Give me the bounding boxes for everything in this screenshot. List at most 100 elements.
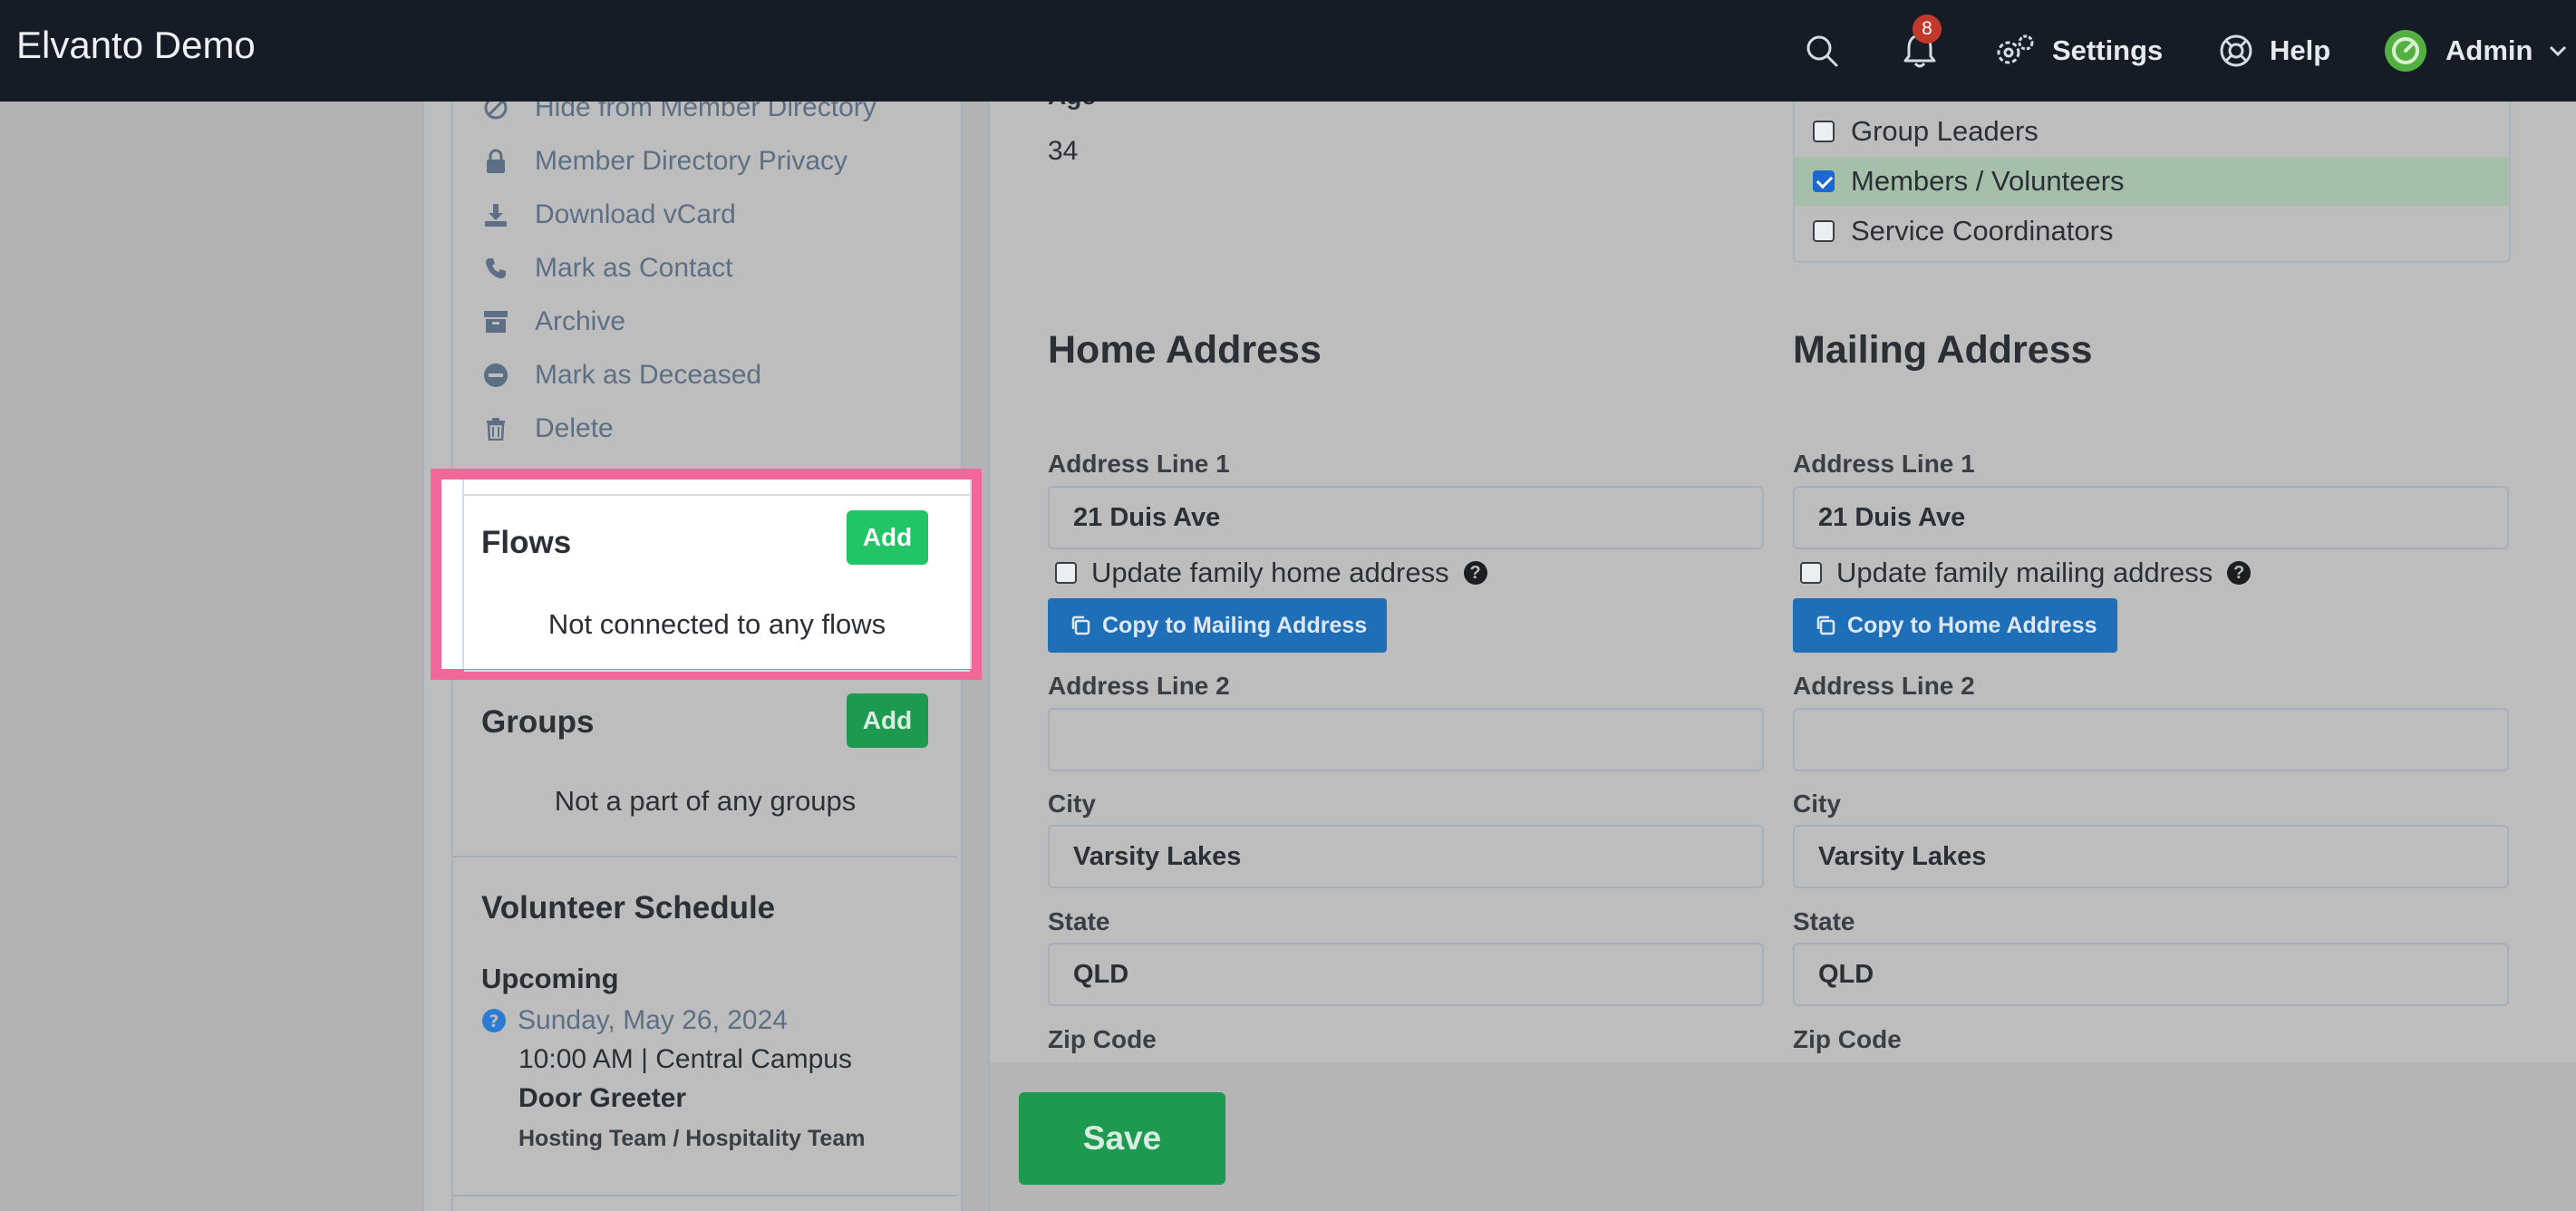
- avatar: [2384, 29, 2427, 73]
- action-label: Mark as Deceased: [535, 360, 762, 390]
- download-vcard-action[interactable]: Download vCard: [480, 192, 736, 237]
- home-zip-label: Zip Code: [1048, 1025, 1157, 1053]
- checkbox[interactable]: [1813, 121, 1835, 142]
- schedule-team: Hosting Team / Hospitality Team: [518, 1126, 866, 1151]
- mailing-address2-label: Address Line 2: [1793, 672, 1975, 700]
- checkbox[interactable]: [1813, 220, 1835, 242]
- chevron-down-icon: [2549, 44, 2567, 57]
- schedule-role: Door Greeter: [518, 1083, 687, 1113]
- help-label: Help: [2270, 34, 2331, 66]
- flows-title: Flows: [481, 525, 572, 560]
- mailing-state-label: State: [1793, 907, 1855, 935]
- access-permissions-list: Group Leaders Members / Volunteers Servi…: [1793, 102, 2511, 263]
- gears-icon: [1994, 33, 2036, 69]
- update-label: Update family home address: [1091, 557, 1449, 588]
- help-icon[interactable]: ?: [1463, 561, 1487, 585]
- home-address1-label: Address Line 1: [1048, 450, 1230, 478]
- add-group-button[interactable]: Add: [847, 693, 928, 748]
- download-icon: [480, 202, 511, 228]
- divider: [970, 480, 972, 669]
- archive-action[interactable]: Archive: [480, 299, 625, 344]
- mark-as-deceased-action[interactable]: Mark as Deceased: [480, 353, 761, 398]
- action-label: Delete: [535, 413, 614, 443]
- save-bar: [990, 1062, 2576, 1211]
- member-directory-privacy-action[interactable]: Member Directory Privacy: [480, 139, 847, 184]
- checkbox-checked[interactable]: [1813, 170, 1835, 192]
- divider: [464, 670, 970, 672]
- home-address-heading: Home Address: [1048, 328, 1322, 372]
- app-title[interactable]: Elvanto Demo: [16, 24, 256, 67]
- home-state-label: State: [1048, 907, 1110, 935]
- copy-to-home-address-button[interactable]: Copy to Home Address: [1793, 598, 2117, 653]
- mark-as-contact-action[interactable]: Mark as Contact: [480, 246, 732, 291]
- schedule-date-link[interactable]: ? Sunday, May 26, 2024: [481, 1005, 788, 1036]
- lifebuoy-icon: [2219, 34, 2253, 68]
- update-label: Update family mailing address: [1836, 557, 2213, 588]
- search-icon[interactable]: [1804, 0, 1840, 102]
- settings-link[interactable]: Settings: [1994, 0, 2163, 102]
- permission-label: Service Coordinators: [1851, 215, 2114, 247]
- permission-label: Group Leaders: [1851, 115, 2039, 147]
- top-navbar: Elvanto Demo 8 Settings Help Admin: [0, 0, 2576, 102]
- action-label: Mark as Contact: [535, 253, 733, 283]
- home-city-input[interactable]: Varsity Lakes: [1048, 825, 1764, 888]
- help-link[interactable]: Help: [2219, 0, 2330, 102]
- copy-label: Copy to Mailing Address: [1102, 612, 1368, 638]
- home-address2-input[interactable]: [1048, 708, 1764, 771]
- lock-icon: [480, 149, 511, 174]
- flows-empty-text: Not connected to any flows: [547, 608, 886, 640]
- delete-action[interactable]: Delete: [480, 406, 614, 451]
- mailing-city-label: City: [1793, 790, 1841, 818]
- add-flow-button[interactable]: Add: [847, 510, 928, 565]
- save-button[interactable]: Save: [1019, 1092, 1225, 1185]
- notification-count-badge: 8: [1913, 15, 1942, 44]
- trash-icon: [480, 417, 511, 441]
- mailing-address1-input[interactable]: 21 Duis Ave: [1793, 486, 2509, 549]
- update-family-home-address[interactable]: Update family home address ?: [1055, 557, 1487, 589]
- question-circle-icon: ?: [481, 1008, 507, 1033]
- svg-text:?: ?: [489, 1012, 499, 1032]
- minus-circle-icon: [480, 363, 511, 388]
- main-content: [990, 102, 2576, 1211]
- divider: [453, 1195, 957, 1196]
- mailing-city-input[interactable]: Varsity Lakes: [1793, 825, 2509, 888]
- schedule-time-location: 10:00 AM | Central Campus: [518, 1044, 852, 1074]
- settings-label: Settings: [2052, 34, 2164, 66]
- user-label: Admin: [2445, 34, 2533, 66]
- copy-icon: [1071, 615, 1090, 635]
- permission-service-coordinators[interactable]: Service Coordinators: [1795, 207, 2509, 256]
- phone-icon: [480, 257, 511, 280]
- age-value: 34: [1048, 136, 1079, 166]
- home-state-input[interactable]: QLD: [1048, 943, 1764, 1006]
- upcoming-label: Upcoming: [481, 963, 619, 994]
- groups-title: Groups: [481, 704, 595, 740]
- update-family-mailing-address[interactable]: Update family mailing address ?: [1800, 557, 2252, 589]
- mailing-address1-label: Address Line 1: [1793, 450, 1975, 478]
- user-menu[interactable]: Admin: [2384, 0, 2567, 102]
- permission-label: Members / Volunteers: [1851, 165, 2125, 197]
- archive-icon: [480, 310, 511, 334]
- mailing-zip-label: Zip Code: [1793, 1025, 1902, 1053]
- action-label: Member Directory Privacy: [535, 146, 848, 176]
- checkbox[interactable]: [1800, 562, 1822, 584]
- flows-section: Flows Add Not connected to any flows: [431, 469, 982, 680]
- action-label: Download vCard: [535, 199, 736, 229]
- divider: [453, 856, 957, 857]
- schedule-date: Sunday, May 26, 2024: [518, 1005, 788, 1035]
- volunteer-schedule-title: Volunteer Schedule: [481, 890, 776, 925]
- action-label: Archive: [535, 306, 626, 336]
- home-address1-input[interactable]: 21 Duis Ave: [1048, 486, 1764, 549]
- copy-to-mailing-address-button[interactable]: Copy to Mailing Address: [1048, 598, 1388, 653]
- permission-members-volunteers[interactable]: Members / Volunteers: [1795, 157, 2509, 206]
- groups-empty-text: Not a part of any groups: [554, 785, 857, 817]
- permission-group-leaders[interactable]: Group Leaders: [1795, 107, 2509, 156]
- copy-label: Copy to Home Address: [1847, 612, 2097, 638]
- checkbox[interactable]: [1055, 562, 1077, 584]
- help-icon[interactable]: ?: [2227, 561, 2252, 585]
- mailing-state-input[interactable]: QLD: [1793, 943, 2509, 1006]
- home-city-label: City: [1048, 790, 1096, 818]
- copy-icon: [1816, 615, 1835, 635]
- mailing-address2-input[interactable]: [1793, 708, 2509, 771]
- home-address2-label: Address Line 2: [1048, 672, 1230, 700]
- mailing-address-heading: Mailing Address: [1793, 328, 2093, 372]
